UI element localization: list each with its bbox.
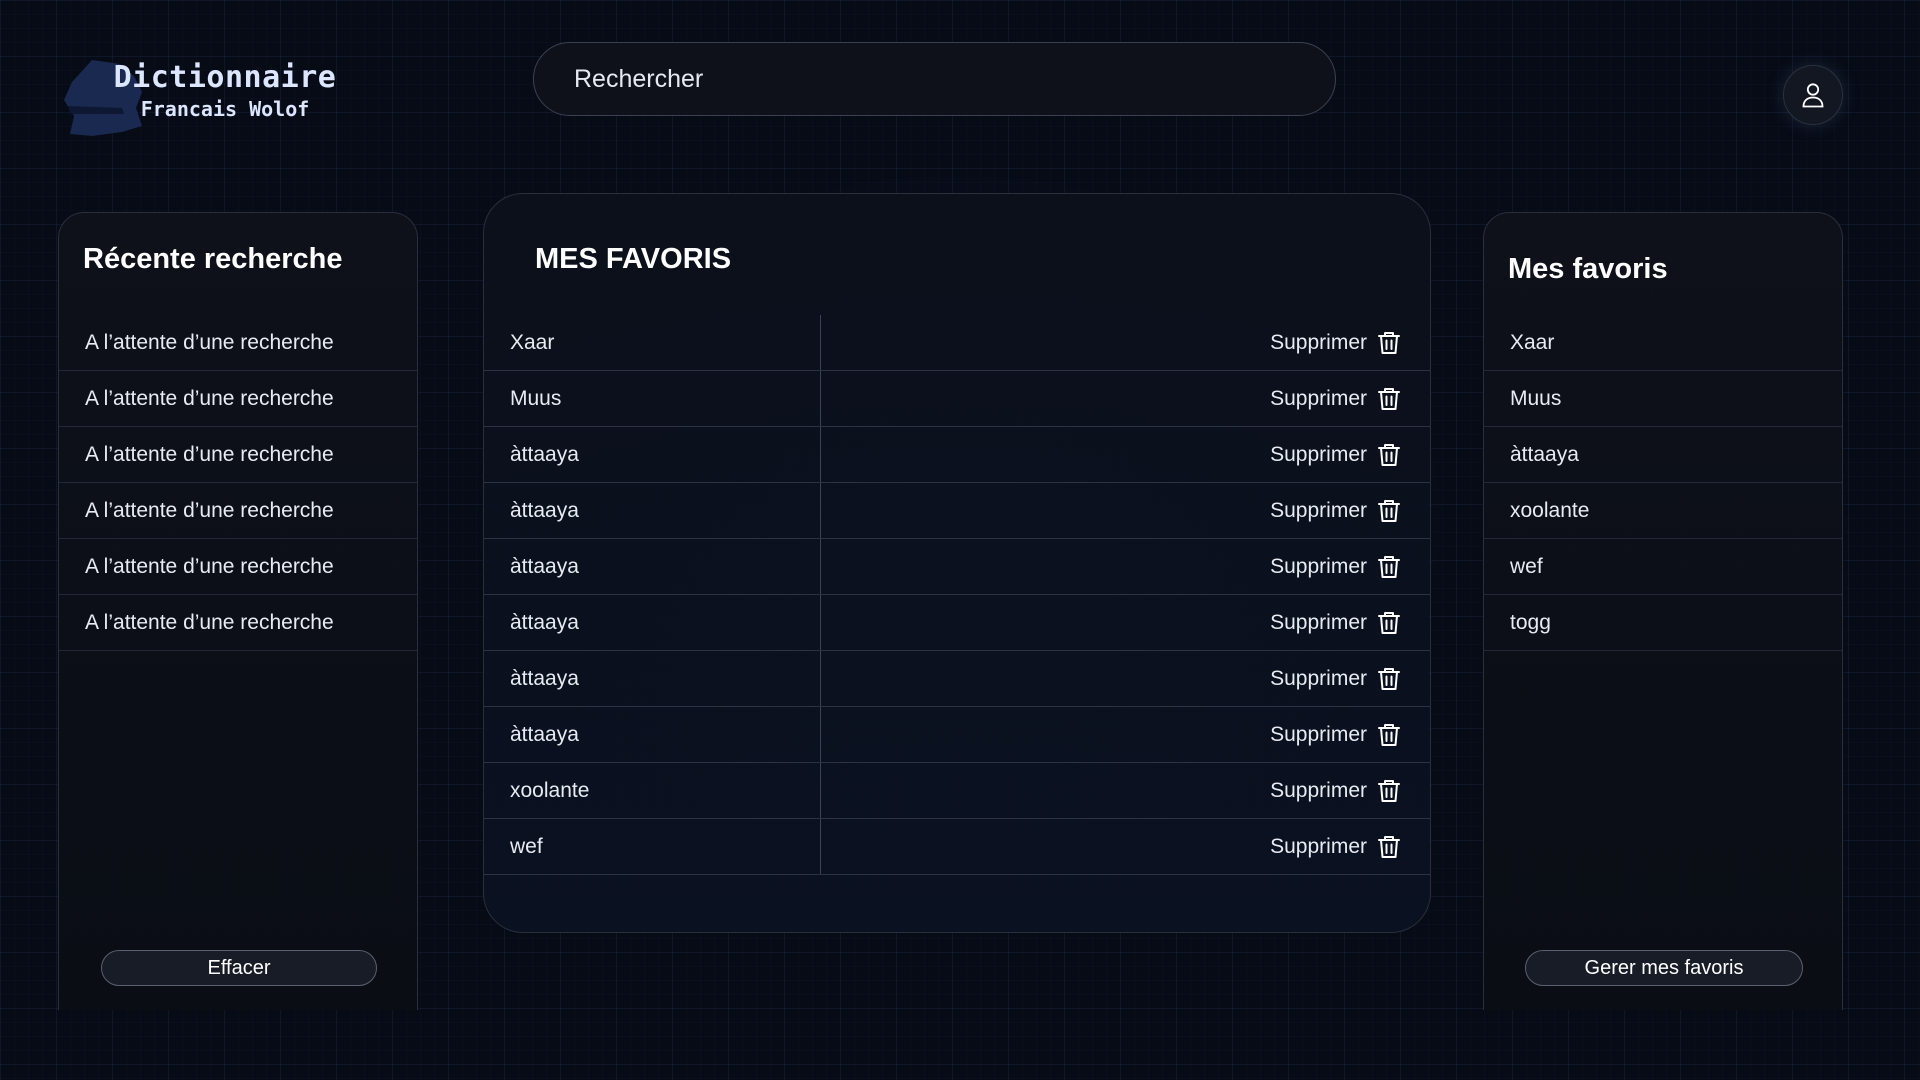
- table-row: xoolante Supprimer: [484, 763, 1430, 819]
- favorite-word[interactable]: àttaaya: [484, 483, 821, 538]
- delete-button[interactable]: Supprimer: [821, 651, 1430, 706]
- delete-label: Supprimer: [1270, 330, 1367, 354]
- delete-label: Supprimer: [1270, 442, 1367, 466]
- trash-icon: [1378, 835, 1400, 858]
- delete-label: Supprimer: [1270, 834, 1367, 858]
- delete-button[interactable]: Supprimer: [821, 707, 1430, 762]
- delete-button[interactable]: Supprimer: [821, 483, 1430, 538]
- favorite-word[interactable]: àttaaya: [484, 651, 821, 706]
- favorite-word[interactable]: àttaaya: [484, 707, 821, 762]
- user-avatar-button[interactable]: [1783, 65, 1843, 125]
- favorite-item[interactable]: togg: [1484, 595, 1842, 651]
- recent-search-item[interactable]: A l’attente d’une recherche: [59, 595, 417, 651]
- recent-searches-list: A l’attente d’une recherche A l’attente …: [59, 315, 417, 651]
- search-bar[interactable]: [533, 42, 1336, 116]
- delete-button[interactable]: Supprimer: [821, 315, 1430, 370]
- favorites-side-title: Mes favoris: [1508, 253, 1668, 285]
- favorites-side-list: Xaar Muus àttaaya xoolante wef togg: [1484, 315, 1842, 651]
- delete-label: Supprimer: [1270, 498, 1367, 522]
- app-subtitle: Francais Wolof: [140, 97, 310, 121]
- favorites-side-panel: Mes favoris Xaar Muus àttaaya xoolante w…: [1483, 212, 1843, 1010]
- delete-label: Supprimer: [1270, 666, 1367, 690]
- delete-button[interactable]: Supprimer: [821, 595, 1430, 650]
- trash-icon: [1378, 499, 1400, 522]
- table-row: àttaaya Supprimer: [484, 651, 1430, 707]
- delete-button[interactable]: Supprimer: [821, 427, 1430, 482]
- favorite-word[interactable]: xoolante: [484, 763, 821, 818]
- trash-icon: [1378, 443, 1400, 466]
- table-row: àttaaya Supprimer: [484, 707, 1430, 763]
- user-icon: [1802, 83, 1824, 108]
- table-row: àttaaya Supprimer: [484, 539, 1430, 595]
- delete-button[interactable]: Supprimer: [821, 819, 1430, 874]
- delete-button[interactable]: Supprimer: [821, 371, 1430, 426]
- recent-search-item[interactable]: A l’attente d’une recherche: [59, 371, 417, 427]
- favorite-word[interactable]: àttaaya: [484, 595, 821, 650]
- trash-icon: [1378, 779, 1400, 802]
- favorite-item[interactable]: xoolante: [1484, 483, 1842, 539]
- favorite-item[interactable]: Xaar: [1484, 315, 1842, 371]
- manage-favorites-button[interactable]: Gerer mes favoris: [1525, 950, 1803, 986]
- delete-label: Supprimer: [1270, 554, 1367, 578]
- table-row: àttaaya Supprimer: [484, 595, 1430, 651]
- delete-button[interactable]: Supprimer: [821, 763, 1430, 818]
- recent-search-item[interactable]: A l’attente d’une recherche: [59, 539, 417, 595]
- delete-label: Supprimer: [1270, 610, 1367, 634]
- table-row: wef Supprimer: [484, 819, 1430, 875]
- search-input[interactable]: [574, 64, 1335, 94]
- recent-search-item[interactable]: A l’attente d’une recherche: [59, 315, 417, 371]
- trash-icon: [1378, 667, 1400, 690]
- table-row: Xaar Supprimer: [484, 315, 1430, 371]
- favorite-word[interactable]: àttaaya: [484, 539, 821, 594]
- trash-icon: [1378, 723, 1400, 746]
- delete-label: Supprimer: [1270, 722, 1367, 746]
- favorite-word[interactable]: àttaaya: [484, 427, 821, 482]
- favorite-item[interactable]: wef: [1484, 539, 1842, 595]
- recent-search-item[interactable]: A l’attente d’une recherche: [59, 483, 417, 539]
- clear-button[interactable]: Effacer: [101, 950, 377, 986]
- delete-label: Supprimer: [1270, 778, 1367, 802]
- recent-searches-panel: Récente recherche A l’attente d’une rech…: [58, 212, 418, 1010]
- trash-icon: [1378, 555, 1400, 578]
- favorite-item[interactable]: Muus: [1484, 371, 1842, 427]
- delete-button[interactable]: Supprimer: [821, 539, 1430, 594]
- favorite-item[interactable]: àttaaya: [1484, 427, 1842, 483]
- favorite-word[interactable]: Xaar: [484, 315, 821, 370]
- app-title: Dictionnaire: [113, 60, 337, 95]
- recent-search-item[interactable]: A l’attente d’une recherche: [59, 427, 417, 483]
- favorite-word[interactable]: wef: [484, 819, 821, 874]
- trash-icon: [1378, 331, 1400, 354]
- table-row: àttaaya Supprimer: [484, 427, 1430, 483]
- favorites-table: Xaar Supprimer Muus Supprimer àttaaya Su…: [484, 315, 1430, 875]
- favorite-word[interactable]: Muus: [484, 371, 821, 426]
- favorites-table-panel: MES FAVORIS Xaar Supprimer Muus Supprime…: [483, 193, 1431, 933]
- table-row: Muus Supprimer: [484, 371, 1430, 427]
- table-row: àttaaya Supprimer: [484, 483, 1430, 539]
- trash-icon: [1378, 611, 1400, 634]
- recent-searches-title: Récente recherche: [83, 243, 343, 275]
- app-logo[interactable]: Dictionnaire Francais Wolof: [62, 52, 352, 142]
- delete-label: Supprimer: [1270, 386, 1367, 410]
- favorites-table-title: MES FAVORIS: [535, 243, 732, 275]
- trash-icon: [1378, 387, 1400, 410]
